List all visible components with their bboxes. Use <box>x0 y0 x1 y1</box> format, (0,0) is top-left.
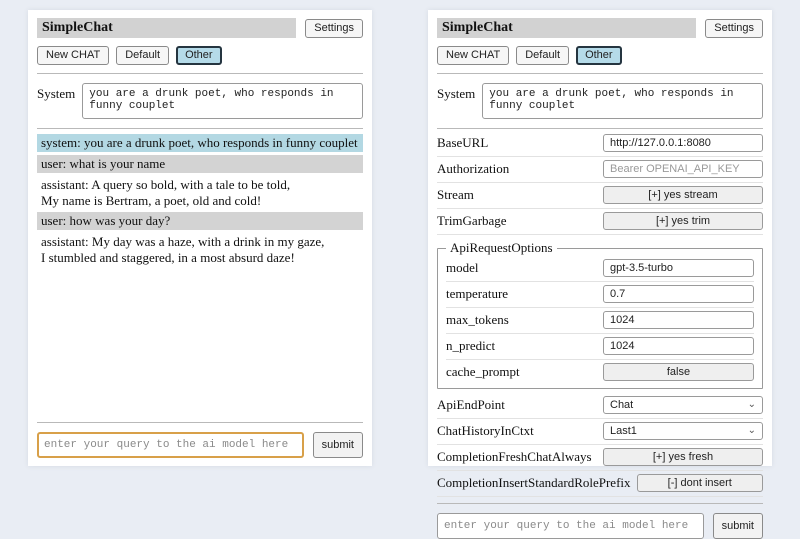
completion-insert-standard-role-prefix-label: CompletionInsertStandardRolePrefix <box>437 475 631 491</box>
settings-button[interactable]: Settings <box>305 19 363 38</box>
chat-message-assistant: assistant: My day was a haze, with a dri… <box>37 233 363 267</box>
chat-message-user: user: how was your day? <box>37 212 363 230</box>
trimgarbage-label: TrimGarbage <box>437 213 597 229</box>
page: SimpleChat Settings New CHAT Default Oth… <box>0 0 800 480</box>
new-chat-button[interactable]: New CHAT <box>437 46 509 65</box>
submit-button[interactable]: submit <box>713 513 763 539</box>
api-request-options-legend: ApiRequestOptions <box>446 240 557 256</box>
chat-message-user: user: what is your name <box>37 155 363 173</box>
completion-insert-role-prefix-toggle-button[interactable]: [-] dont insert <box>637 474 763 492</box>
chat-message-assistant: assistant: A query so bold, with a tale … <box>37 176 363 210</box>
setting-row-cache-prompt: cache_prompt false <box>446 360 754 385</box>
query-input[interactable] <box>437 513 704 539</box>
chat-message-list: system: you are a drunk poet, who respon… <box>37 134 363 416</box>
stream-label: Stream <box>437 187 597 203</box>
completion-fresh-chat-always-label: CompletionFreshChatAlways <box>437 449 597 465</box>
authorization-label: Authorization <box>437 161 597 177</box>
cache-prompt-toggle-button[interactable]: false <box>603 363 754 381</box>
chevron-down-icon: ⌄ <box>748 400 756 410</box>
baseurl-input[interactable] <box>603 134 763 152</box>
chevron-down-icon: ⌄ <box>748 426 756 436</box>
n-predict-input[interactable] <box>603 337 754 355</box>
cache-prompt-label: cache_prompt <box>446 364 597 380</box>
model-label: model <box>446 260 597 276</box>
api-request-options-fieldset: ApiRequestOptions model temperature max_… <box>437 240 763 389</box>
setting-row-stream: Stream [+] yes stream <box>437 183 763 209</box>
session-tab-default[interactable]: Default <box>116 46 169 65</box>
query-input[interactable] <box>37 432 304 458</box>
app-title: SimpleChat <box>437 18 696 38</box>
session-tab-default[interactable]: Default <box>516 46 569 65</box>
api-endpoint-label: ApiEndPoint <box>437 397 597 413</box>
authorization-input[interactable] <box>603 160 763 178</box>
temperature-label: temperature <box>446 286 597 302</box>
system-prompt-textarea[interactable]: you are a drunk poet, who responds in fu… <box>482 83 763 119</box>
submit-button[interactable]: submit <box>313 432 363 458</box>
titlebar: SimpleChat Settings <box>437 18 763 38</box>
settings-button[interactable]: Settings <box>705 19 763 38</box>
setting-row-n-predict: n_predict <box>446 334 754 360</box>
titlebar: SimpleChat Settings <box>37 18 363 38</box>
settings-form: BaseURL Authorization Stream [+] yes str… <box>437 131 763 497</box>
completion-fresh-chat-toggle-button[interactable]: [+] yes fresh <box>603 448 763 466</box>
n-predict-label: n_predict <box>446 338 597 354</box>
chat-message-system: system: you are a drunk poet, who respon… <box>37 134 363 152</box>
setting-row-api-endpoint: ApiEndPoint Chat ⌄ <box>437 393 763 419</box>
settings-panel: SimpleChat Settings New CHAT Default Oth… <box>428 10 772 466</box>
setting-row-authorization: Authorization <box>437 157 763 183</box>
temperature-input[interactable] <box>603 285 754 303</box>
query-row: submit <box>37 422 363 458</box>
system-label: System <box>37 83 75 102</box>
new-chat-button[interactable]: New CHAT <box>37 46 109 65</box>
chat-history-in-ctxt-select[interactable]: Last1 ⌄ <box>603 422 763 440</box>
baseurl-label: BaseURL <box>437 135 597 151</box>
system-label: System <box>437 83 475 102</box>
max-tokens-label: max_tokens <box>446 312 597 328</box>
max-tokens-input[interactable] <box>603 311 754 329</box>
api-endpoint-select[interactable]: Chat ⌄ <box>603 396 763 414</box>
session-row: New CHAT Default Other <box>437 46 763 74</box>
app-title: SimpleChat <box>37 18 296 38</box>
query-row: submit <box>437 503 763 539</box>
chat-panel: SimpleChat Settings New CHAT Default Oth… <box>28 10 372 466</box>
setting-row-completion-fresh-chat-always: CompletionFreshChatAlways [+] yes fresh <box>437 445 763 471</box>
trimgarbage-toggle-button[interactable]: [+] yes trim <box>603 212 763 230</box>
system-prompt-row: System you are a drunk poet, who respond… <box>437 83 763 129</box>
model-input[interactable] <box>603 259 754 277</box>
api-endpoint-selected-value: Chat <box>610 399 633 411</box>
setting-row-model: model <box>446 256 754 282</box>
setting-row-trimgarbage: TrimGarbage [+] yes trim <box>437 209 763 235</box>
session-tab-other[interactable]: Other <box>576 46 622 65</box>
setting-row-temperature: temperature <box>446 282 754 308</box>
session-tab-other[interactable]: Other <box>176 46 222 65</box>
setting-row-max-tokens: max_tokens <box>446 308 754 334</box>
session-row: New CHAT Default Other <box>37 46 363 74</box>
chat-history-selected-value: Last1 <box>610 425 637 437</box>
stream-toggle-button[interactable]: [+] yes stream <box>603 186 763 204</box>
chat-history-in-ctxt-label: ChatHistoryInCtxt <box>437 423 597 439</box>
setting-row-completion-insert-standard-role-prefix: CompletionInsertStandardRolePrefix [-] d… <box>437 471 763 497</box>
setting-row-chat-history-in-ctxt: ChatHistoryInCtxt Last1 ⌄ <box>437 419 763 445</box>
setting-row-baseurl: BaseURL <box>437 131 763 157</box>
system-prompt-row: System you are a drunk poet, who respond… <box>37 83 363 129</box>
system-prompt-textarea[interactable]: you are a drunk poet, who responds in fu… <box>82 83 363 119</box>
